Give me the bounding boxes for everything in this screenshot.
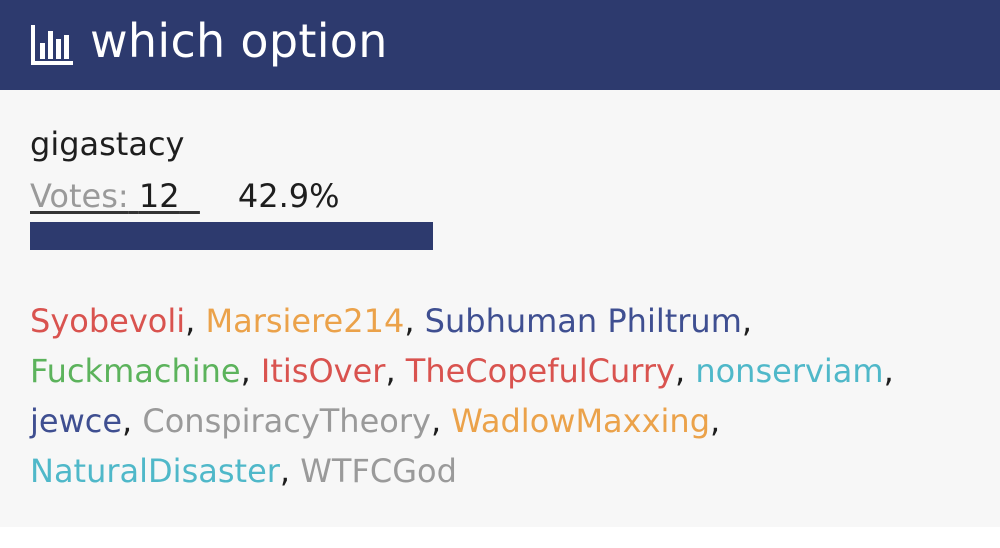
votes-row: Votes: 12 42.9% xyxy=(30,176,340,216)
voter-link[interactable]: WTFCGod xyxy=(300,452,457,490)
voter-link[interactable]: nonserviam xyxy=(695,352,883,390)
poll-title: which option xyxy=(90,14,388,68)
voter-link[interactable]: WadlowMaxxing xyxy=(451,402,710,440)
voter-separator: , xyxy=(404,302,425,340)
voter-link[interactable]: Marsiere214 xyxy=(205,302,404,340)
voter-link[interactable]: ConspiracyTheory xyxy=(142,402,431,440)
voter-separator: , xyxy=(385,352,406,390)
voter-separator: , xyxy=(185,302,206,340)
voter-link[interactable]: ItisOver xyxy=(261,352,386,390)
vote-percent: 42.9% xyxy=(237,177,340,215)
votes-link[interactable]: Votes: 12 xyxy=(30,176,200,216)
poll-header: which option xyxy=(0,0,1000,90)
voter-link[interactable]: TheCopefulCurry xyxy=(406,352,675,390)
voter-separator: , xyxy=(741,302,753,340)
votes-label: Votes: xyxy=(30,177,129,215)
poll-option-panel: gigastacy Votes: 12 42.9% Syobevoli, Mar… xyxy=(0,90,1000,527)
voter-separator: , xyxy=(710,402,721,440)
vote-progress-fill xyxy=(30,222,434,250)
voter-link[interactable]: Syobevoli xyxy=(30,302,185,340)
voter-separator: , xyxy=(430,402,452,440)
voter-separator: , xyxy=(240,352,261,390)
voter-link[interactable]: NaturalDisaster xyxy=(30,452,280,490)
voter-link[interactable]: Subhuman Philtrum xyxy=(425,302,742,340)
option-name: gigastacy xyxy=(30,125,185,163)
bar-chart-icon xyxy=(31,25,73,65)
voter-separator: , xyxy=(674,352,696,390)
voter-separator: , xyxy=(279,452,301,490)
voter-list: Syobevoli, Marsiere214, Subhuman Philtru… xyxy=(30,296,970,496)
votes-count: 12 xyxy=(138,177,180,215)
voter-link[interactable]: jewce xyxy=(30,402,122,440)
voter-separator: , xyxy=(122,402,143,440)
voter-separator: , xyxy=(883,352,894,390)
voter-link[interactable]: Fuckmachine xyxy=(30,352,241,390)
vote-progress-bar xyxy=(30,222,970,250)
